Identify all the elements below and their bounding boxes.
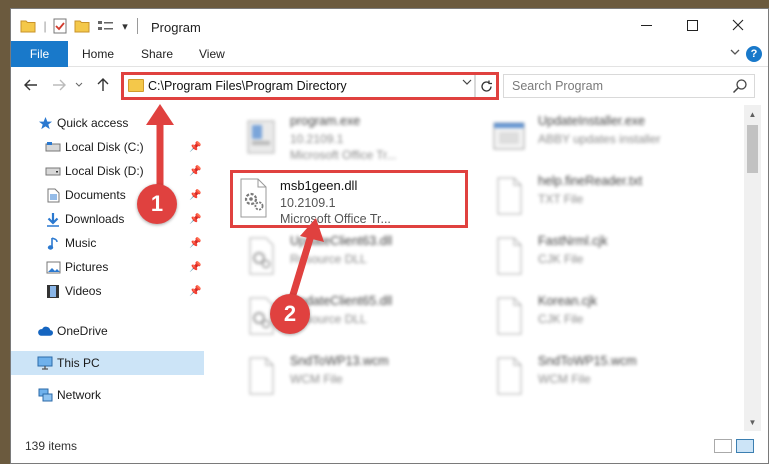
exe-file-icon (247, 120, 275, 154)
details-view-icon[interactable] (714, 439, 732, 453)
scroll-down-icon[interactable]: ▼ (744, 415, 761, 429)
tab-view[interactable]: View (199, 47, 225, 61)
close-icon (732, 19, 744, 31)
back-arrow-icon (24, 79, 37, 91)
sidebar-item-local-disk-c[interactable]: Local Disk (C:) 📌 (11, 135, 204, 159)
up-arrow-icon (97, 78, 109, 91)
dll-file-icon (240, 178, 267, 218)
file-list: program.exe 10.2109.1 Microsoft Office T… (204, 105, 744, 431)
annotation-marker-1: 1 (137, 184, 177, 224)
minimize-button[interactable] (623, 9, 669, 41)
item-count: 139 items (25, 439, 78, 453)
pin-icon[interactable]: 📌 (189, 190, 201, 201)
pin-icon[interactable]: 📌 (189, 214, 201, 225)
file-item-sndtowp13-wcm[interactable]: SndToWP13.wcm WCM File (214, 349, 454, 405)
maximize-button[interactable] (669, 9, 715, 41)
pictures-icon (45, 259, 61, 275)
minimize-icon (640, 24, 652, 26)
blank-file-icon (497, 297, 522, 335)
file-item-korean-cjk[interactable]: Korean.cjk CJK File (462, 289, 702, 345)
file-item-fastnrml-cjk[interactable]: FastNrml.cjk CJK File (462, 229, 702, 285)
close-button[interactable] (715, 9, 761, 41)
computer-icon (37, 355, 53, 371)
search-box[interactable]: Search Program (503, 74, 755, 98)
network-icon (37, 387, 53, 403)
text-file-icon (497, 177, 522, 215)
sidebar-item-onedrive[interactable]: OneDrive (11, 319, 204, 343)
status-bar: 139 items (11, 433, 768, 463)
pin-icon[interactable]: 📌 (189, 286, 201, 297)
pin-icon[interactable]: 📌 (189, 166, 201, 177)
pin-icon[interactable]: 📌 (189, 142, 201, 153)
file-description: Microsoft Office Tr... (280, 212, 391, 226)
recent-locations-button[interactable] (73, 76, 85, 94)
tab-share[interactable]: Share (141, 47, 173, 61)
exe-file-icon (493, 122, 525, 150)
drive-icon (45, 139, 61, 155)
sidebar-item-pictures[interactable]: Pictures 📌 (11, 255, 204, 279)
blank-file-icon (249, 357, 274, 395)
view-switcher (714, 439, 754, 453)
up-button[interactable] (93, 76, 113, 94)
file-version: 10.2109.1 (280, 196, 336, 210)
scroll-thumb[interactable] (747, 125, 758, 173)
dll-file-icon (249, 237, 274, 275)
file-item-program-exe[interactable]: program.exe 10.2109.1 Microsoft Office T… (214, 109, 454, 165)
download-icon (45, 211, 61, 227)
ribbon-tabs: File Home Share View ? (11, 41, 768, 67)
file-item-sndtowp15-wcm[interactable]: SndToWP15.wcm WCM File (462, 349, 702, 405)
file-item-msb1geen-dll[interactable]: msb1geen.dll 10.2109.1 Microsoft Office … (230, 170, 468, 228)
star-icon (37, 115, 53, 131)
window-title: Program (151, 20, 201, 35)
explorer-window: | ▾ Program File Home Share View ? C:\Pr… (10, 8, 769, 464)
pin-icon[interactable]: 📌 (189, 238, 201, 249)
maximize-icon (686, 19, 698, 31)
search-placeholder: Search Program (512, 79, 604, 93)
file-item-help-finereader-txt[interactable]: help.fineReader.txt TXT File (462, 169, 702, 225)
qa-dropdown-icon[interactable]: ▾ (119, 17, 131, 35)
properties-icon[interactable] (51, 17, 69, 35)
sidebar-item-network[interactable]: Network (11, 383, 204, 407)
navigation-pane: Quick access Local Disk (C:) 📌 Local Dis… (11, 109, 204, 431)
navigation-bar: C:\Program Files\Program Directory Searc… (11, 68, 768, 102)
help-icon[interactable]: ? (746, 46, 762, 62)
annotation-marker-2: 2 (270, 294, 310, 334)
qa-separator: | (43, 19, 47, 33)
cloud-icon (37, 323, 53, 339)
file-item-updateinstaller-exe[interactable]: UpdateInstaller.exe ABBY updates install… (462, 109, 702, 165)
search-icon (732, 79, 747, 94)
file-item-updateclient65-dll[interactable]: UpdateClient65.dll Resource DLL (214, 289, 454, 345)
title-bar: | ▾ Program (11, 9, 768, 41)
sidebar-item-videos[interactable]: Videos 📌 (11, 279, 204, 303)
sidebar-item-music[interactable]: Music 📌 (11, 231, 204, 255)
vertical-scrollbar[interactable]: ▲ ▼ (744, 105, 761, 431)
chevron-down-icon (75, 82, 83, 87)
video-icon (45, 283, 61, 299)
blank-file-icon (497, 237, 522, 275)
back-button[interactable] (21, 76, 41, 94)
new-folder-icon[interactable] (73, 17, 91, 35)
forward-button[interactable] (49, 76, 69, 94)
sidebar-item-quick-access[interactable]: Quick access (11, 111, 204, 135)
address-highlight-box (121, 72, 499, 100)
drive-icon (45, 163, 61, 179)
music-icon (45, 235, 61, 251)
file-item-updateclient63-dll[interactable]: UpdateClient63.dll Resource DLL (214, 229, 454, 285)
sidebar-item-local-disk-d[interactable]: Local Disk (D:) 📌 (11, 159, 204, 183)
title-separator (137, 18, 138, 34)
folder-icon[interactable] (19, 17, 37, 35)
tab-home[interactable]: Home (82, 47, 114, 61)
view-options-icon[interactable] (95, 17, 117, 35)
forward-arrow-icon (53, 79, 66, 91)
tab-file[interactable]: File (11, 41, 68, 67)
pin-icon[interactable]: 📌 (189, 262, 201, 273)
document-icon (45, 187, 61, 203)
sidebar-item-this-pc[interactable]: This PC (11, 351, 204, 375)
ribbon-expand-icon[interactable] (730, 48, 740, 59)
large-icons-view-icon[interactable] (736, 439, 754, 453)
scroll-up-icon[interactable]: ▲ (744, 107, 761, 121)
blank-file-icon (497, 357, 522, 395)
file-name: msb1geen.dll (280, 178, 358, 193)
